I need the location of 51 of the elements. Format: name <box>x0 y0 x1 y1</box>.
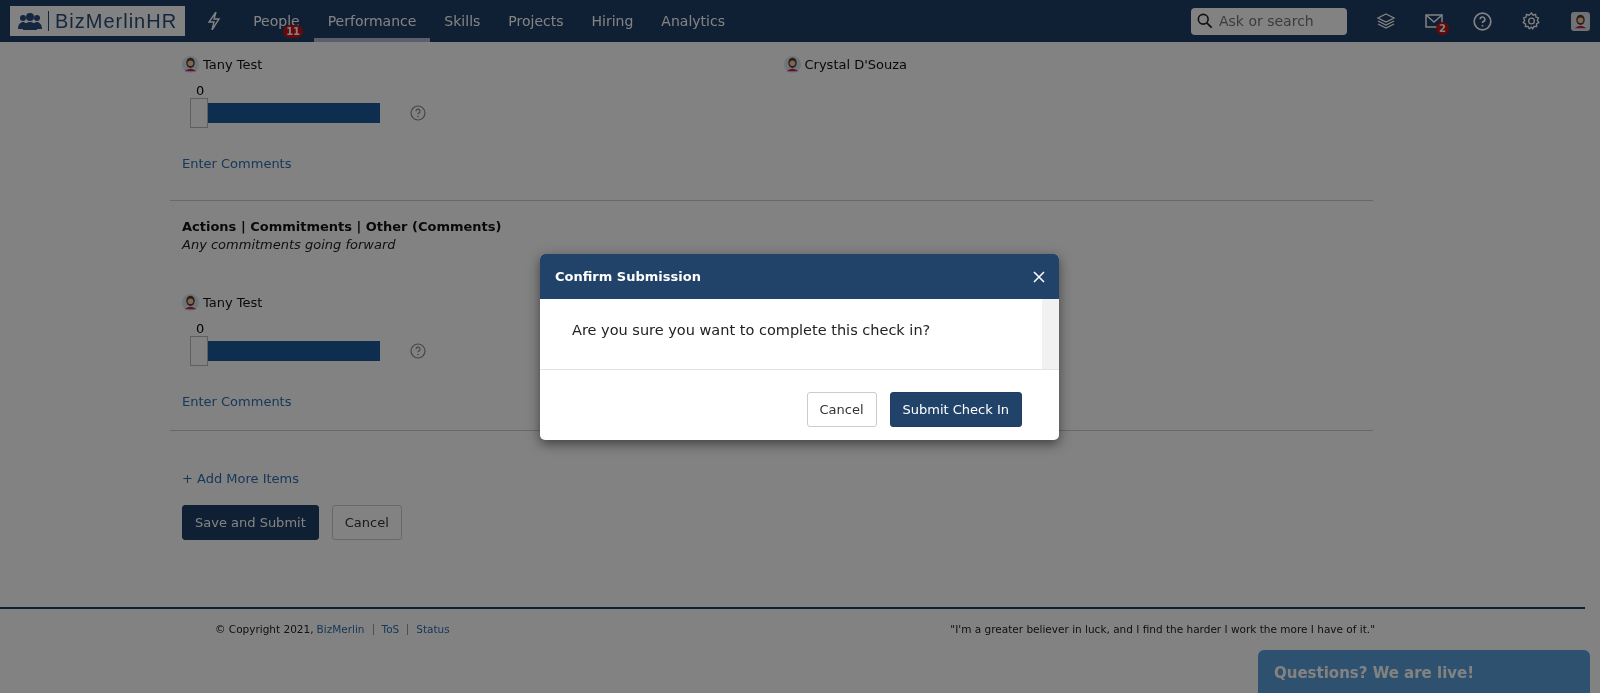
quote-text: "I'm a greater believer in luck, and I find the harder I work the more I have of it." <box>950 623 1375 635</box>
section-title: Actions | Commitments | Other (Comments) <box>182 219 503 234</box>
rating-slider[interactable] <box>190 336 380 366</box>
layers-icon[interactable] <box>1377 13 1395 29</box>
help-icon[interactable] <box>410 105 426 121</box>
reviewer-name: Crystal D'Souza <box>783 56 907 73</box>
section-subtitle: Any commitments going forward <box>182 237 397 252</box>
search-icon <box>1197 12 1213 30</box>
search-bar[interactable]: Ask or search <box>1191 7 1347 35</box>
cancel-button[interactable]: Cancel <box>331 505 402 540</box>
slider-thumb[interactable] <box>190 336 208 366</box>
slider-reading: 0 <box>196 321 205 336</box>
add-more-items-link[interactable]: + Add More Items <box>182 471 300 486</box>
people-icon <box>18 12 42 30</box>
reviewer-name: Tany Test <box>182 294 263 311</box>
slider-reading: 0 <box>196 83 205 98</box>
chat-widget[interactable]: Questions? We are live! <box>1258 650 1590 693</box>
close-button[interactable] <box>1033 270 1045 283</box>
submit-check-in-button[interactable]: Submit Check In <box>889 392 1022 427</box>
enter-comments-link[interactable]: Enter Comments <box>182 156 292 171</box>
footer-link[interactable]: Status <box>416 623 450 635</box>
nav-tab[interactable]: Performance <box>313 0 431 42</box>
cancel-button[interactable]: Cancel <box>806 392 877 427</box>
close-icon <box>1033 270 1045 283</box>
notification-badge: 11 <box>283 25 304 38</box>
nav-tab[interactable]: People 11 <box>239 0 314 42</box>
dialog-message: Are you sure you want to complete this check in? <box>571 321 932 340</box>
rating-slider[interactable] <box>190 98 380 128</box>
save-and-submit-button[interactable]: Save and Submit <box>182 505 319 540</box>
avatar-icon <box>783 56 801 73</box>
dialog-title: Confirm Submission <box>555 269 701 284</box>
settings-icon[interactable] <box>1522 11 1541 31</box>
logo[interactable]: BizMerlinHR <box>10 6 186 36</box>
avatar-icon <box>1572 12 1589 30</box>
enter-comments-link[interactable]: Enter Comments <box>182 394 292 409</box>
lightning-icon[interactable] <box>207 12 222 30</box>
notification-badge: 2 <box>1436 22 1449 35</box>
nav-tab[interactable]: Projects <box>494 0 578 42</box>
avatar-icon <box>182 294 199 311</box>
copyright-text: © Copyright 2021, <box>215 623 314 635</box>
scrollbar[interactable] <box>1042 299 1059 369</box>
nav-tab[interactable]: Analytics <box>647 0 739 42</box>
nav-tab[interactable]: Skills <box>430 0 495 42</box>
search-field[interactable]: Ask or search <box>1217 12 1341 30</box>
reviewer-name: Tany Test <box>182 56 263 73</box>
footer-link[interactable]: BizMerlin <box>316 623 365 635</box>
help-icon[interactable] <box>410 343 426 359</box>
avatar-icon <box>182 56 199 73</box>
slider-thumb[interactable] <box>190 98 208 128</box>
nav-tab[interactable]: Hiring <box>577 0 648 42</box>
footer-link[interactable]: ToS <box>381 623 400 635</box>
